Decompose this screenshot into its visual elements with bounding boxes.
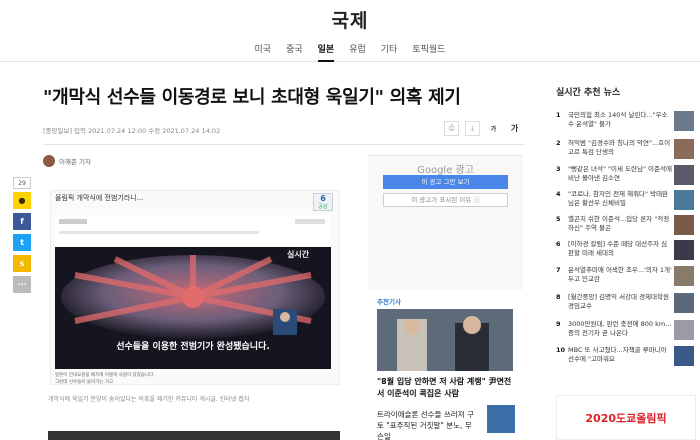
author-name[interactable]: 이해준 기자 <box>59 156 91 166</box>
empathy-badge: 6 공감 <box>313 193 333 211</box>
ranking-thumbnail[interactable] <box>674 293 694 313</box>
ranking-item[interactable]: 1 국민의힘 최소 140석 날린다..."우소수 윤석열" 불가 <box>556 111 696 131</box>
ranking-item[interactable]: 8 [월간중앙] 김명익 서강대 경제대학원 경임교수 <box>556 293 696 313</box>
ranking-text: "뻥같은 녀석" "이세 도련님" 이준석에 비난 몰아낸 김소연 <box>568 165 672 182</box>
recommended-title-2[interactable]: 트라이애슬론 선수들 쓰러져 구토 "표주직된 거짓말" 분노, 무슨일 <box>377 409 477 440</box>
ranking-thumbnail[interactable] <box>674 240 694 260</box>
google-ad: Google 광고 이 광고 그만 보기 이 광고가 표시된 이유 ⓘ <box>368 155 523 290</box>
ranking-number: 2 <box>556 139 561 147</box>
nav-item-topic-world[interactable]: 토픽월드 <box>412 42 445 62</box>
ranking-item[interactable]: 5 옐곤치 쉬한 이준석...입당 론자 "적정하신" 주역 불곤 <box>556 215 696 235</box>
image-header-text: 올림픽 개막식에 전범기라니... <box>55 194 144 202</box>
ranking-number: 3 <box>556 165 561 173</box>
ranking-text: 윤석열추미애 어색한 조우...'의자 1개' 두고 민교란 <box>568 266 672 283</box>
ranking-thumbnail[interactable] <box>674 215 694 235</box>
ranking-thumbnail[interactable] <box>674 320 694 340</box>
ranking-number: 9 <box>556 320 561 328</box>
figure-caption: 개막식에 욱일기 문양이 숨어있다는 의혹을 제기한 커뮤니티 게시글. 인터넷… <box>48 396 250 403</box>
font-small-button[interactable]: 가 <box>486 121 501 136</box>
ranking-text: [이하경 칼럼] 수준 떼당 대선주자 심판할 미래 세대의 <box>568 240 668 257</box>
article-tools: ⎙ ⤓ 가 가 <box>444 121 522 136</box>
ranking-item[interactable]: 7 윤석열추미애 어색한 조우...'의자 1개' 두고 민교란 <box>556 266 696 286</box>
ranking-item[interactable]: 10 MBC 또 사고쳤다...자책골 루마니아 선수에 "고마워요 <box>556 346 696 366</box>
ranking-number: 8 <box>556 293 561 301</box>
ranking-item[interactable]: 2 허익범 "김경수와 칭나의 악연"...호이 고르 특검 단생의 <box>556 139 696 159</box>
olympic-banner-text: 2020도쿄올림픽 <box>585 411 667 425</box>
olympic-banner[interactable]: 2020도쿄올림픽 <box>556 395 696 440</box>
article-headline: "개막식 선수들 이동경로 보니 초대형 욱일기" 의혹 제기 <box>43 87 461 108</box>
ranking-text: 옐곤치 쉬한 이준석...입당 론자 "적정하신" 주역 불곤 <box>568 215 670 232</box>
section-title[interactable]: 국제 <box>0 6 700 33</box>
avatar <box>43 155 55 167</box>
empathy-label: 공감 <box>318 204 328 210</box>
image-screenshot-header <box>55 215 331 245</box>
ranking-text: 허익범 "김경수와 칭나의 악연"...호이 고르 특검 단생의 <box>568 139 671 156</box>
sidebar-title: 실시간 추천 뉴스 <box>556 88 621 98</box>
video-frame[interactable]: 실시간 선수들을 이용한 전범기가 완성됐습니다. <box>55 247 331 369</box>
ranking-thumbnail[interactable] <box>674 111 694 131</box>
ranking-number: 4 <box>556 190 561 198</box>
ranking-thumbnail[interactable] <box>674 266 694 286</box>
recommended-image[interactable] <box>377 309 513 371</box>
ranking-text: 국민의힘 최소 140석 날린다..."우소수 윤석열" 불가 <box>568 111 668 128</box>
nav-item-china[interactable]: 중국 <box>286 42 303 62</box>
kakaostory-share-icon[interactable]: s <box>13 255 31 272</box>
facebook-share-icon[interactable]: f <box>13 213 31 230</box>
article-meta: [중앙일보] 입력 2021.07.24 12:00 수정 2021.07.24… <box>43 127 221 135</box>
broadcast-tag: 실시간 <box>287 250 310 259</box>
ranking-text: MBC 또 사고쳤다...자책골 루마니아 선수에 "고마워요 <box>568 346 667 363</box>
ranking-item[interactable]: 6 [이하경 칼럼] 수준 떼당 대선주자 심판할 미래 세대의 <box>556 240 696 260</box>
next-image <box>48 431 340 440</box>
ad-title: Google 광고 <box>417 165 474 176</box>
ranking-item[interactable]: 4 "코로나, 참자인 전재 해줘다" 박태완 님은 황선우 신체비밀 <box>556 190 696 210</box>
download-icon[interactable]: ⤓ <box>465 121 480 136</box>
section-nav: 미국 중국 일본 유럽 기타 토픽월드 <box>0 42 700 62</box>
image-small-caption-1: 일본이 안내요원을 배치해 이렇게 사람이 있었습니다. <box>55 373 155 378</box>
ranking-text: 3000만원대, 판런 충전에 800 km...중의 전기차 곧 나온다 <box>568 320 672 337</box>
share-bar: 29 ● f t s ··· <box>13 177 31 297</box>
ranking-number: 1 <box>556 111 561 119</box>
image-small-caption-2: 그런데 선수들이 들어가는 거고 <box>55 380 114 385</box>
ranking-item[interactable]: 9 3000만원대, 판런 충전에 800 km...중의 전기차 곧 나온다 <box>556 320 696 340</box>
ranking-thumbnail[interactable] <box>674 139 694 159</box>
share-count: 29 <box>13 177 31 189</box>
nav-item-japan[interactable]: 일본 <box>317 42 335 62</box>
ranking-text: [월간중앙] 김명익 서강대 경제대학원 경임교수 <box>568 293 669 310</box>
ranking-number: 5 <box>556 215 561 223</box>
font-large-button[interactable]: 가 <box>507 121 522 136</box>
recommended-label: 추천기사 <box>377 298 401 306</box>
twitter-share-icon[interactable]: t <box>13 234 31 251</box>
image-inner-top <box>55 215 331 245</box>
more-share-icon[interactable]: ··· <box>13 276 31 293</box>
ranking-thumbnail[interactable] <box>674 190 694 210</box>
nav-item-others[interactable]: 기타 <box>381 42 398 62</box>
empathy-count: 6 <box>320 194 326 203</box>
recommended-thumb-2[interactable] <box>487 405 515 433</box>
print-icon[interactable]: ⎙ <box>444 121 459 136</box>
recommended-title[interactable]: "8월 입당 안하면 저 사람 계랭" 尹면전서 이준석이 콕집은 사람 <box>377 376 517 400</box>
ranking-text: "코로나, 참자인 전재 해줘다" 박태완 님은 황선우 신체비밀 <box>568 190 669 207</box>
ranking-item[interactable]: 3 "뻥같은 녀석" "이세 도련님" 이준석에 비난 몰아낸 김소연 <box>556 165 696 185</box>
video-caption: 선수들을 이용한 전범기가 완성됐습니다. <box>116 342 270 352</box>
recommended-photo <box>377 309 513 371</box>
kakao-share-icon[interactable]: ● <box>13 192 31 209</box>
ranking-number: 10 <box>556 346 566 354</box>
ranking-thumbnail[interactable] <box>674 346 694 366</box>
divider <box>43 144 525 145</box>
stop-ad-button[interactable]: 이 광고 그만 보기 <box>383 175 508 189</box>
ranking-thumbnail[interactable] <box>674 165 694 185</box>
nav-item-usa[interactable]: 미국 <box>255 42 272 62</box>
ranking-number: 7 <box>556 266 561 274</box>
image-small-caption: 일본이 안내요원을 배치해 이렇게 사람이 있었습니다. 그런데 선수들이 들어… <box>55 372 155 386</box>
nav-item-europe[interactable]: 유럽 <box>349 42 366 62</box>
ranking-number: 6 <box>556 240 561 248</box>
author: 이해준 기자 <box>43 155 91 167</box>
why-ad-button[interactable]: 이 광고가 표시된 이유 ⓘ <box>383 193 508 207</box>
